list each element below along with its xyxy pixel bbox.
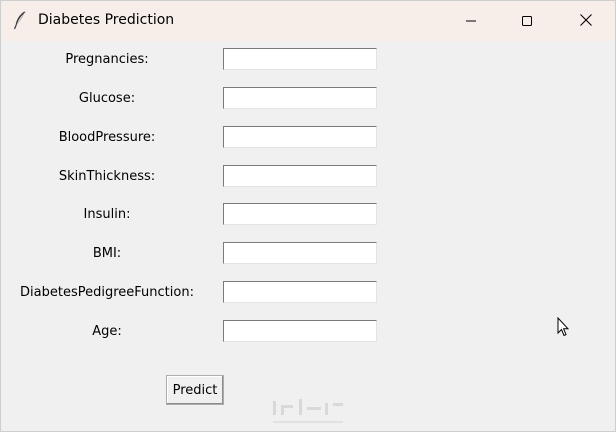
window-title: Diabetes Prediction (38, 12, 175, 28)
label-skin-thickness: SkinThickness: (58, 169, 156, 184)
glucose-input[interactable] (223, 87, 377, 109)
app-window: Diabetes Prediction Pregnancies: Glucose… (0, 0, 616, 432)
blood-pressure-input[interactable] (223, 126, 377, 148)
feather-icon (12, 10, 28, 30)
label-age: Age: (92, 324, 122, 339)
close-button[interactable] (563, 1, 609, 41)
label-bmi: BMI: (92, 246, 122, 261)
age-input[interactable] (223, 320, 377, 342)
title-bar[interactable]: Diabetes Prediction (1, 1, 615, 41)
mouse-pointer-icon (557, 316, 570, 337)
insulin-input[interactable] (223, 203, 377, 225)
label-glucose: Glucose: (78, 91, 136, 106)
label-pregnancies: Pregnancies: (65, 52, 149, 67)
minimize-icon (465, 12, 477, 31)
bmi-input[interactable] (223, 242, 377, 264)
skin-thickness-input[interactable] (223, 165, 377, 187)
maximize-icon (521, 12, 533, 31)
label-insulin: Insulin: (83, 207, 131, 222)
close-icon (579, 12, 593, 31)
maximize-button[interactable] (504, 1, 550, 41)
pregnancies-input[interactable] (223, 48, 377, 70)
watermark-logo (267, 393, 351, 431)
predict-button[interactable]: Predict (166, 375, 224, 405)
label-blood-pressure: BloodPressure: (58, 130, 156, 145)
label-diabetes-pedigree-function: DiabetesPedigreeFunction: (20, 285, 194, 300)
diabetes-pedigree-function-input[interactable] (223, 281, 377, 303)
minimize-button[interactable] (448, 1, 494, 41)
